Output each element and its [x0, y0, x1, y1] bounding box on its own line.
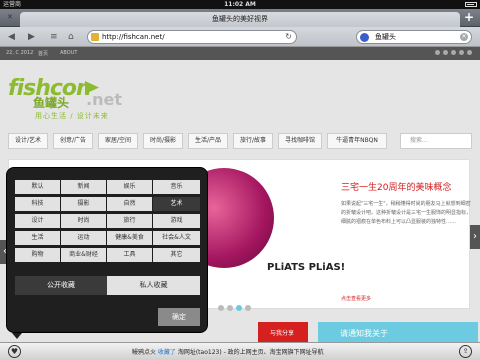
share-banner-text: 与我分享 [270, 330, 295, 337]
notify-banner-text: 请通知我关于 [340, 329, 388, 338]
tag-chip[interactable]: 健康&美食 [107, 231, 152, 245]
url-text: http://fishcan.net/ [102, 33, 165, 41]
next-arrow-icon[interactable]: › [470, 225, 480, 249]
tag-chip[interactable]: 时尚 [61, 214, 106, 228]
heart-icon[interactable]: ♥ [8, 345, 21, 358]
tag-chip[interactable]: 娱乐 [107, 180, 152, 194]
tab-title: 鱼罐头的美好视界 [212, 15, 268, 23]
tag-chip[interactable]: 商业&财经 [61, 248, 106, 262]
tag-chip[interactable]: 社会&人文 [153, 231, 200, 245]
bookmark-popover: 默认 新闻 娱乐 音乐 科技 摄影 自然 艺术 设计 时尚 旅行 游戏 生活 运… [6, 167, 208, 333]
tag-chip[interactable]: 其它 [153, 248, 200, 262]
social-icon[interactable] [459, 50, 464, 55]
status-bar: 运营商 11:02 AM [0, 0, 480, 9]
social-icon[interactable] [443, 50, 448, 55]
slider-dot[interactable] [227, 305, 233, 311]
slide-tag: PLiATS PLiAS! [267, 262, 346, 273]
bookmark-prefix: 鳗鸦点火 [132, 349, 158, 356]
category-item[interactable]: 寻找咖啡馆 [278, 133, 322, 149]
close-icon[interactable]: ✕ [7, 13, 13, 21]
tag-chip[interactable]: 游戏 [153, 214, 200, 228]
tag-chip[interactable]: 音乐 [153, 180, 200, 194]
topnav-date: 22, C 2012 [6, 50, 34, 56]
social-icon[interactable] [451, 50, 456, 55]
address-toolbar: ◀ ▶ ≡ ⌂ http://fishcan.net/ ↻ 鱼罐头 ✕ [0, 27, 480, 47]
url-input[interactable]: http://fishcan.net/ ↻ [87, 30, 297, 44]
slider-dot[interactable] [218, 305, 224, 311]
private-bookmark-button[interactable]: 私人收藏 [107, 276, 200, 295]
logo-slogan: 用心生活 / 设计未来 [35, 112, 109, 120]
tag-chip[interactable]: 默认 [15, 180, 60, 194]
star-icon [91, 33, 99, 41]
tag-chip[interactable]: 新闻 [61, 180, 106, 194]
social-icon[interactable] [467, 50, 472, 55]
clock: 11:02 AM [224, 1, 256, 8]
category-item[interactable]: 牛逼青年NBQN [327, 133, 387, 149]
bookmark-status: 鳗鸦点火 收藏了 淘网址(tao123) - 政的上网主页、淘宝网旗下网址导航 [132, 347, 324, 356]
bookmark-save-link[interactable]: 收藏了 [158, 349, 176, 356]
forward-arrow-icon[interactable]: ▶ [28, 32, 35, 42]
share-icon[interactable]: ⇪ [459, 345, 472, 358]
search-query: 鱼罐头 [375, 33, 396, 41]
browser-tab[interactable]: 鱼罐头的美好视界 [20, 12, 460, 27]
search-engine-icon[interactable] [360, 33, 369, 42]
home-icon[interactable]: ⌂ [68, 32, 74, 42]
tag-chip[interactable]: 工具 [107, 248, 152, 262]
topnav-home-link[interactable]: 首页 [38, 50, 48, 57]
topnav-about-link[interactable]: ABOUT [60, 50, 77, 56]
back-arrow-icon[interactable]: ◀ [8, 32, 15, 42]
search-input[interactable]: 鱼罐头 ✕ [356, 30, 472, 44]
refresh-icon[interactable]: ↻ [285, 31, 292, 43]
category-item[interactable]: 时尚/摄影 [143, 133, 183, 149]
bookmarks-icon[interactable]: ≡ [50, 32, 58, 42]
social-icons [432, 50, 472, 57]
category-item[interactable]: 设计/艺术 [8, 133, 48, 149]
logo-net: .net [86, 90, 122, 109]
slide-text: 如果说起"三宅一生"，稍稍懂得时尚的朋友马上就想到细密的折皱设计吧。这种折皱设计… [341, 201, 472, 225]
tag-chip[interactable]: 摄影 [61, 197, 106, 211]
popover-pointer [12, 333, 22, 339]
tag-chip[interactable]: 购物 [15, 248, 60, 262]
category-item[interactable]: 旅行/故事 [233, 133, 273, 149]
share-banner[interactable]: 与我分享 [258, 322, 308, 342]
tag-chip-selected[interactable]: 艺术 [153, 197, 200, 211]
clear-icon[interactable]: ✕ [460, 33, 468, 41]
tag-chip[interactable]: 旅行 [107, 214, 152, 228]
public-bookmark-button[interactable]: 公开收藏 [15, 276, 107, 295]
tag-chip[interactable]: 生活 [15, 231, 60, 245]
logo-cn: 鱼罐头 [33, 96, 70, 110]
notify-banner[interactable]: 请通知我关于 [318, 322, 478, 342]
tag-chip[interactable]: 运动 [61, 231, 106, 245]
bottom-toolbar: ♥ 鳗鸦点火 收藏了 淘网址(tao123) - 政的上网主页、淘宝网旗下网址导… [0, 342, 480, 360]
category-item[interactable]: 家居/空间 [98, 133, 138, 149]
slide-more-link[interactable]: 点击查看更多 [341, 295, 371, 302]
site-search-input[interactable]: 搜索... [400, 133, 472, 149]
bookmark-page-title: 淘网址(tao123) - 政的上网主页、淘宝网旗下网址导航 [175, 349, 324, 356]
battery-icon [463, 0, 477, 9]
tab-bar: 鱼罐头的美好视界 ✕ + [0, 9, 480, 27]
slider-dots [218, 296, 254, 315]
tag-chip[interactable]: 自然 [107, 197, 152, 211]
slider-dot-active[interactable] [236, 305, 242, 311]
slider-dot[interactable] [245, 305, 251, 311]
social-icon[interactable] [435, 50, 440, 55]
confirm-button[interactable]: 确定 [158, 308, 200, 326]
tag-chip[interactable]: 设计 [15, 214, 60, 228]
slide-title[interactable]: 三宅一生20周年的美味概念 [341, 180, 451, 193]
site-topnav: 22, C 2012 首页 ABOUT [0, 47, 480, 60]
plus-icon[interactable]: + [463, 10, 475, 24]
category-item[interactable]: 生活/产品 [188, 133, 228, 149]
tag-chip[interactable]: 科技 [15, 197, 60, 211]
category-item[interactable]: 创意/广告 [53, 133, 93, 149]
